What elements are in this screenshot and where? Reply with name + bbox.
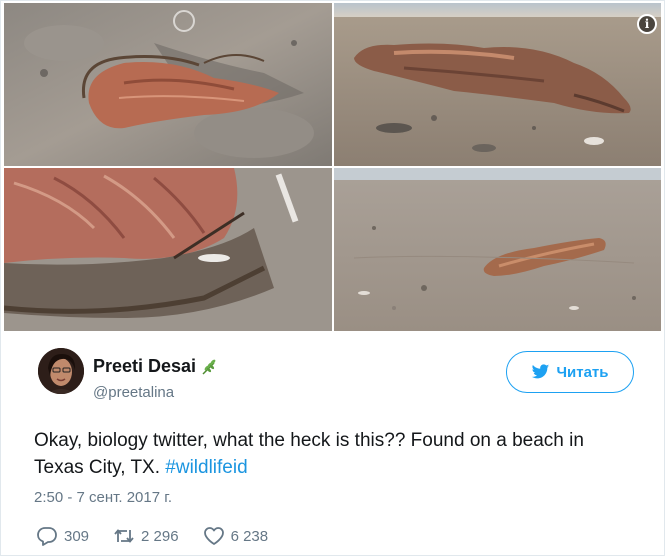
tweet-text: Okay, biology twitter, what the heck is …: [34, 427, 634, 481]
hashtag-link[interactable]: #wildlifeid: [165, 457, 247, 478]
photo-4[interactable]: [334, 168, 661, 331]
retweet-button[interactable]: 2 296: [113, 526, 179, 546]
info-icon[interactable]: i: [637, 14, 657, 34]
like-count: 6 238: [230, 527, 269, 545]
photo-1[interactable]: [4, 3, 332, 166]
tweet-card: i Preeti Desai @preetalina Читать Okay, …: [0, 0, 665, 556]
twitter-bird-icon: [531, 364, 550, 380]
photo-2[interactable]: [334, 3, 661, 166]
follow-button-label: Читать: [556, 363, 609, 381]
author-name-row: Preeti Desai: [93, 356, 220, 377]
photo-3[interactable]: [4, 168, 332, 331]
tweet-actions: 309 2 296 6 238: [36, 526, 292, 546]
author-name[interactable]: Preeti Desai: [93, 356, 196, 377]
reply-button[interactable]: 309: [36, 526, 89, 546]
author-handle[interactable]: @preetalina: [93, 384, 174, 401]
avatar[interactable]: [38, 348, 84, 394]
retweet-count: 2 296: [141, 527, 179, 545]
leaf-icon: [200, 357, 220, 377]
photo-grid: i: [4, 3, 661, 331]
tweet-timestamp[interactable]: 2:50 - 7 сент. 2017 г.: [34, 489, 172, 506]
like-button[interactable]: 6 238: [203, 526, 269, 546]
reply-icon: [37, 527, 57, 546]
heart-icon: [203, 527, 224, 545]
reply-count: 309: [64, 527, 90, 545]
retweet-icon: [114, 529, 134, 543]
follow-button[interactable]: Читать: [506, 351, 634, 393]
tweet-text-main: Okay, biology twitter, what the heck is …: [34, 430, 584, 478]
